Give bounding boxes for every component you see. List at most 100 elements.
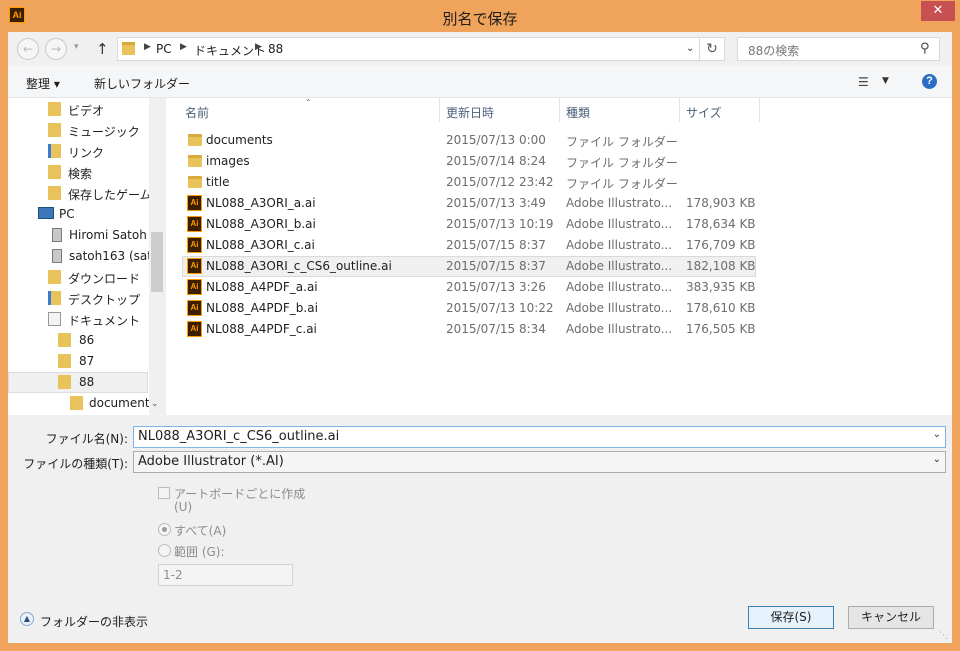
recent-locations-dropdown-icon[interactable]: ▾ — [74, 42, 79, 52]
file-date: 2015/07/13 3:26 — [446, 280, 546, 294]
scroll-down-arrow-icon[interactable]: ⌄ — [151, 399, 159, 409]
save-button[interactable]: 保存(S) — [748, 606, 834, 629]
nav-item-label: document — [89, 396, 150, 410]
file-row[interactable]: documents 2015/07/13 0:00 ファイル フォルダー — [182, 130, 756, 151]
column-divider[interactable] — [759, 98, 760, 122]
file-size: 178,903 KB — [686, 196, 756, 210]
chevron-down-icon[interactable]: ⌄ — [933, 429, 941, 440]
file-type: Adobe Illustrato... — [566, 259, 673, 273]
nav-item-label: デスクトップ — [68, 293, 141, 307]
file-row-selected[interactable]: Ai NL088_A3ORI_c_CS6_outline.ai 2015/07/… — [182, 256, 756, 277]
links-folder-icon — [48, 144, 61, 158]
back-button[interactable]: ← — [17, 38, 39, 60]
nav-item-satoh163[interactable]: satoh163 (sat — [8, 246, 152, 267]
range-radio[interactable] — [158, 544, 171, 557]
file-row[interactable]: Ai NL088_A4PDF_b.ai 2015/07/13 10:22 Ado… — [182, 298, 756, 319]
illustrator-file-icon: Ai — [187, 300, 202, 316]
file-date: 2015/07/12 23:42 — [446, 175, 554, 189]
nav-item-videos[interactable]: ビデオ — [8, 99, 148, 120]
chevron-down-icon[interactable]: ⌄ — [933, 454, 941, 465]
cancel-button[interactable]: キャンセル — [848, 606, 934, 629]
navigation-pane: ビデオ ミュージック リンク 検索 保存したゲーム PC Hiromi Sato… — [8, 98, 164, 415]
file-date: 2015/07/13 3:49 — [446, 196, 546, 210]
artboards-label: アートボードごとに作成 — [174, 487, 306, 501]
file-row[interactable]: Ai NL088_A4PDF_c.ai 2015/07/15 8:34 Adob… — [182, 319, 756, 340]
illustrator-file-icon: Ai — [187, 321, 202, 337]
file-row[interactable]: title 2015/07/12 23:42 ファイル フォルダー — [182, 172, 756, 193]
illustrator-file-icon: Ai — [187, 279, 202, 295]
downloads-folder-icon — [48, 270, 61, 284]
folder-icon — [188, 155, 202, 167]
nav-item-pc[interactable]: PC — [8, 204, 148, 225]
view-options-icon[interactable]: ☰ — [858, 75, 869, 89]
column-header-name[interactable]: 名前 — [185, 104, 209, 121]
breadcrumb-separator-icon: ▶ — [144, 42, 151, 52]
nav-item-label: 検索 — [68, 167, 93, 181]
collapse-up-icon[interactable]: ▲ — [20, 612, 34, 626]
file-size: 178,610 KB — [686, 301, 756, 315]
filename-input[interactable]: NL088_A3ORI_c_CS6_outline.ai ⌄ — [133, 426, 946, 448]
column-header-type[interactable]: 種類 — [566, 104, 590, 121]
nav-item-label: 87 — [79, 354, 95, 368]
nav-item-87[interactable]: 87 — [8, 351, 148, 372]
file-size: 182,108 KB — [686, 259, 756, 273]
artboards-checkbox[interactable] — [158, 487, 170, 499]
nav-item-links[interactable]: リンク — [8, 141, 148, 162]
file-row[interactable]: Ai NL088_A4PDF_a.ai 2015/07/13 3:26 Adob… — [182, 277, 756, 298]
column-divider[interactable] — [559, 98, 560, 122]
search-placeholder: 88の検索 — [748, 44, 800, 58]
nav-item-86[interactable]: 86 — [8, 330, 148, 351]
column-divider[interactable] — [679, 98, 680, 122]
up-one-level-icon[interactable]: ↑ — [96, 40, 109, 58]
file-row[interactable]: Ai NL088_A3ORI_c.ai 2015/07/15 8:37 Adob… — [182, 235, 756, 256]
address-bar[interactable]: ▶ PC ▶ ドキュメント ▶ 88 ⌄ — [117, 37, 700, 61]
nav-item-document[interactable]: document — [8, 393, 150, 414]
breadcrumb-pc[interactable]: PC — [156, 42, 172, 56]
close-button[interactable]: ✕ — [921, 1, 955, 21]
resize-grip-icon[interactable]: ⋱ — [939, 631, 948, 641]
file-name: title — [206, 175, 230, 189]
hide-folders-toggle[interactable]: フォルダーの非表示 — [40, 613, 148, 630]
illustrator-file-icon: Ai — [187, 195, 202, 211]
file-row[interactable]: Ai NL088_A3ORI_a.ai 2015/07/13 3:49 Adob… — [182, 193, 756, 214]
file-row[interactable]: images 2015/07/14 8:24 ファイル フォルダー — [182, 151, 756, 172]
search-input[interactable]: 88の検索 ⚲ — [737, 37, 940, 61]
nav-item-label: satoh163 (sat — [69, 249, 152, 263]
file-list: ⌃ 名前 更新日時 種類 サイズ documents 2015/07/13 0:… — [166, 98, 952, 415]
nav-item-desktop[interactable]: デスクトップ — [8, 288, 148, 309]
nav-item-documents[interactable]: ドキュメント — [8, 309, 148, 330]
nav-item-label: PC — [59, 207, 75, 221]
search-icon[interactable]: ⚲ — [920, 41, 930, 56]
address-history-chevron-icon[interactable]: ⌄ — [686, 43, 694, 54]
window-title: 別名で保存 — [442, 10, 518, 28]
nav-item-downloads[interactable]: ダウンロード — [8, 267, 148, 288]
command-toolbar: 整理 ▾ 新しいフォルダー ☰ ▼ ? — [8, 66, 952, 98]
nav-item-88-selected[interactable]: 88 — [8, 372, 148, 393]
nav-scrollbar-thumb[interactable] — [151, 232, 163, 292]
all-artboards-radio[interactable] — [158, 523, 171, 536]
nav-item-saved-games[interactable]: 保存したゲーム — [8, 183, 152, 204]
view-options-chevron-icon[interactable]: ▼ — [882, 76, 889, 86]
folder-icon — [122, 42, 135, 55]
sort-ascending-icon: ⌃ — [305, 98, 312, 107]
breadcrumb-88[interactable]: 88 — [268, 42, 283, 56]
filetype-select[interactable]: Adobe Illustrator (*.AI) ⌄ — [133, 451, 946, 473]
nav-item-label: 保存したゲーム — [68, 188, 152, 202]
nav-item-label: ビデオ — [68, 104, 105, 118]
column-header-size[interactable]: サイズ — [686, 104, 722, 121]
games-folder-icon — [48, 186, 61, 200]
organize-menu-button[interactable]: 整理 ▾ — [26, 75, 60, 92]
column-header-date[interactable]: 更新日時 — [446, 104, 494, 121]
nav-item-hiromi-satoh[interactable]: Hiromi Satoh — [8, 225, 148, 246]
new-folder-button[interactable]: 新しいフォルダー — [94, 75, 190, 92]
refresh-button[interactable]: ↻ — [700, 37, 725, 61]
help-icon[interactable]: ? — [922, 74, 937, 89]
file-row[interactable]: Ai NL088_A3ORI_b.ai 2015/07/13 10:19 Ado… — [182, 214, 756, 235]
nav-item-music[interactable]: ミュージック — [8, 120, 148, 141]
nav-item-searches[interactable]: 検索 — [8, 162, 148, 183]
forward-button[interactable]: → — [45, 38, 67, 60]
column-divider[interactable] — [439, 98, 440, 122]
filetype-label: ファイルの種類(T): — [23, 457, 128, 471]
filetype-value: Adobe Illustrator (*.AI) — [138, 454, 284, 469]
range-input[interactable]: 1-2 — [158, 564, 293, 586]
